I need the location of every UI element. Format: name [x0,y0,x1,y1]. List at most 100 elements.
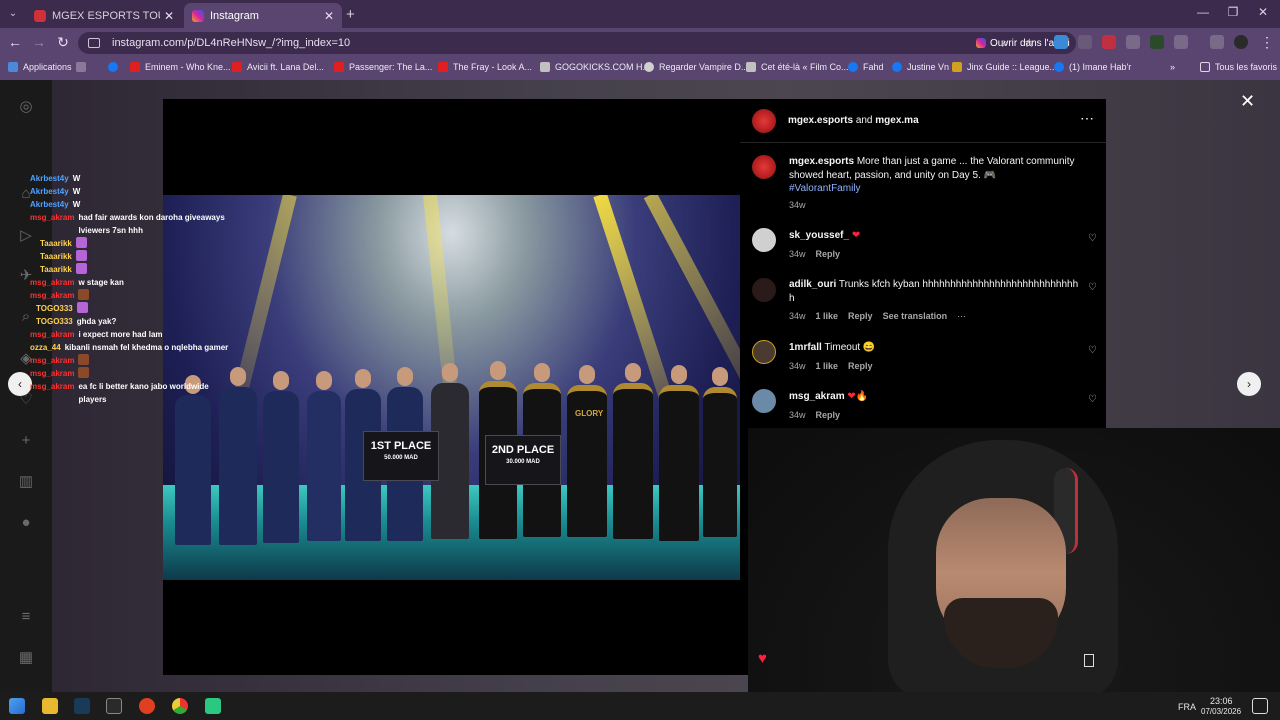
reply-button[interactable]: Reply [848,361,873,371]
extension-icon[interactable] [1126,35,1140,49]
app-icon[interactable] [205,698,221,714]
instagram-logo-icon[interactable]: ◎ [17,98,35,116]
avatar[interactable] [752,278,776,302]
save-bookmark-icon[interactable] [1084,654,1094,667]
extension-icon[interactable] [1054,35,1068,49]
bookmark-item[interactable]: Avicii ft. Lana Del... [232,62,324,72]
youtube-icon [334,62,344,72]
facebook-icon [848,62,858,72]
close-icon[interactable]: ✕ [324,9,334,23]
epic-games-icon[interactable] [106,698,122,714]
emote-icon [75,250,87,261]
comment-user[interactable]: 1mrfall [789,342,822,353]
avatar[interactable] [752,340,776,364]
caption-user[interactable]: mgex.esports [789,156,854,167]
clock-date[interactable]: 07/03/2026 [1201,707,1241,716]
forward-arrow-icon[interactable]: → [30,34,48,50]
bookmark-item[interactable]: Applications [8,62,72,72]
create-icon[interactable]: + [17,432,35,450]
player-head [273,371,289,390]
menu-icon[interactable]: ⋮ [1258,34,1276,51]
apps-grid-icon[interactable]: ▦ [17,649,35,667]
bookmark-item[interactable]: Passenger: The La... [334,62,432,72]
reload-icon[interactable]: ↻ [54,34,72,51]
bookmark-item[interactable] [76,62,91,72]
tab-mgex[interactable]: MGEX ESPORTS TOURNAMENT ✕ [26,3,182,28]
comment-user[interactable]: adilk_ouri [789,279,836,290]
avatar[interactable] [752,389,776,413]
dashboard-icon[interactable]: ▥ [17,473,35,491]
bookmark-item[interactable]: Fahd [848,62,884,72]
language-indicator[interactable]: FRA [1178,702,1196,712]
see-translation-button[interactable]: See translation [883,311,948,321]
extensions-puzzle-icon[interactable] [1174,35,1188,49]
profile-icon[interactable]: ● [17,514,35,532]
address-bar[interactable]: instagram.com/p/DL4nReHNsw_/?img_index=1… [78,32,1076,54]
bookmarks-overflow[interactable]: » [1170,62,1175,72]
emote-icon [78,354,90,365]
close-modal-icon[interactable]: ✕ [1240,91,1255,112]
file-explorer-icon[interactable] [42,698,58,714]
post-photo[interactable]: 1ST PLACE 50.000 MAD 2ND PLACE 30.000 MA… [163,195,740,580]
notifications-icon[interactable] [1252,698,1268,714]
reading-list-icon[interactable] [1210,35,1224,49]
all-bookmarks-folder[interactable]: Tous les favoris [1200,62,1277,72]
reply-button[interactable]: Reply [848,311,873,321]
extension-icon[interactable] [1150,35,1164,49]
player-head [671,365,687,384]
bookmark-item[interactable]: Regarder Vampire D... [644,62,748,72]
like-comment-heart-icon[interactable]: ♡ [1088,282,1097,293]
comment-user[interactable]: sk_youssef_ [789,230,849,241]
avatar[interactable] [752,155,776,179]
chrome-icon[interactable] [172,698,188,714]
more-menu-icon[interactable]: ≡ [17,608,35,626]
app-icon[interactable] [139,698,155,714]
zoom-icon[interactable]: ⌕ [1002,36,1009,51]
avatar[interactable] [752,228,776,252]
bookmark-item[interactable]: The Fray - Look A... [438,62,532,72]
new-tab-button[interactable]: + [346,6,355,23]
previous-post-arrow-icon[interactable]: ‹ [8,372,32,396]
comment-more-icon[interactable]: ⋯ [957,311,966,321]
comment-user[interactable]: msg_akram [789,391,845,402]
minimize-button[interactable]: — [1190,5,1216,19]
comment: sk_youssef_ ❤ [789,229,860,243]
author-link[interactable]: mgex.ma [875,115,918,126]
extension-icon[interactable] [1078,35,1092,49]
close-icon[interactable]: ✕ [164,9,174,23]
star-icon[interactable]: ☆ [1024,36,1035,50]
like-comment-heart-icon[interactable]: ♡ [1088,345,1097,356]
clock-time[interactable]: 23:06 [1210,696,1233,706]
profile-avatar[interactable] [1234,35,1248,49]
extension-icon[interactable] [1102,35,1116,49]
bookmark-item[interactable]: Cet été-là « Film Co... [746,62,849,72]
author-link[interactable]: mgex.esports [788,115,853,126]
like-count[interactable]: 1 like [816,311,839,321]
bookmark-item[interactable]: Jinx Guide :: League... [952,62,1057,72]
reply-button[interactable]: Reply [816,249,841,259]
bookmark-item[interactable]: (1) Imane Hab'r [1054,62,1131,72]
back-arrow-icon[interactable]: ← [6,34,24,50]
player-head [355,369,371,388]
tab-instagram[interactable]: Instagram ✕ [184,3,342,28]
restore-button[interactable]: ❐ [1220,5,1246,19]
liked-heart-icon[interactable]: ♥ [758,650,767,667]
like-count[interactable]: 1 like [816,361,839,371]
site-info-icon[interactable] [88,38,100,48]
windows-start-icon[interactable] [9,698,25,714]
more-options-icon[interactable]: ⋯ [1080,111,1094,126]
like-comment-heart-icon[interactable]: ♡ [1088,233,1097,244]
window-close-button[interactable]: ✕ [1250,5,1276,19]
steam-icon[interactable] [74,698,90,714]
tab-search-icon[interactable]: ⌄ [4,5,22,23]
avatar[interactable] [752,109,776,133]
bookmark-item[interactable]: Eminem - Who Kne... [130,62,231,72]
next-post-arrow-icon[interactable]: › [1237,372,1261,396]
bookmark-item[interactable] [108,62,123,72]
reply-button[interactable]: Reply [816,410,841,420]
bookmark-item[interactable]: GOGOKICKS.COM H... [540,62,650,72]
bookmark-item[interactable]: Justine Vn [892,62,949,72]
site-icon [746,62,756,72]
hashtag-link[interactable]: #ValorantFamily [789,183,861,194]
like-comment-heart-icon[interactable]: ♡ [1088,394,1097,405]
